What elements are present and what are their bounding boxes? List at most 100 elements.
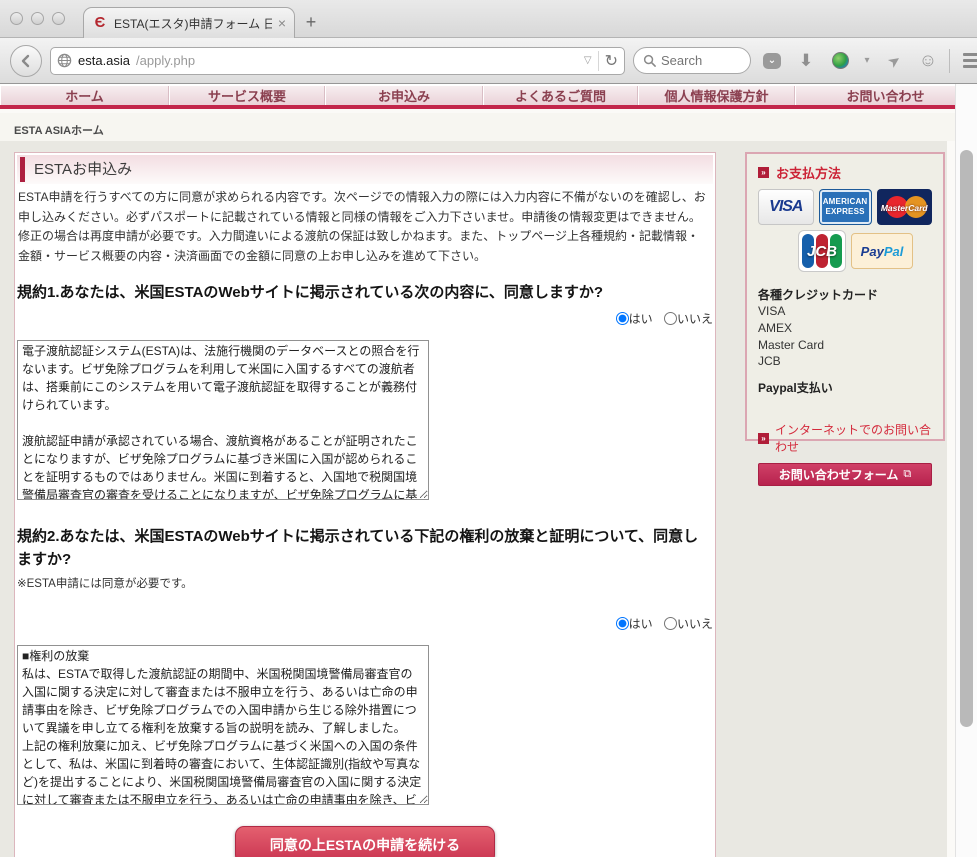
- browser-tab[interactable]: Є ESTA(エスタ)申請フォーム 日... ×: [83, 7, 295, 38]
- url-bar[interactable]: esta.asia/apply.php ▽ ↻: [50, 46, 625, 75]
- search-icon: [643, 54, 656, 67]
- url-path: /apply.php: [136, 53, 196, 68]
- terms1-no-radio[interactable]: [663, 312, 677, 326]
- payment-title-row: » お支払方法: [758, 163, 932, 182]
- site-favicon: Є: [94, 14, 106, 31]
- credit-list-item: AMEX: [758, 320, 793, 335]
- terms2-no-option[interactable]: いいえ: [663, 617, 713, 632]
- site-navigation: ホーム サービス概要 お申込み よくあるご質問 個人情報保護方針 お問い合わせ: [0, 84, 977, 109]
- url-dropdown-icon[interactable]: ▽: [584, 55, 592, 66]
- chevron-down-icon: ▾: [864, 55, 870, 66]
- credit-list-item: VISA: [758, 304, 786, 318]
- credit-list-item: JCB: [758, 354, 781, 369]
- back-button[interactable]: [10, 44, 42, 77]
- amex-logo-line1: AMERICAN: [822, 197, 868, 206]
- visa-logo-text: VISA: [769, 198, 803, 215]
- nav-item-apply[interactable]: お申込み: [325, 86, 483, 105]
- sidebar: » お支払方法 VISA AMERICAN EXPRESS MasterCard…: [745, 152, 945, 487]
- intro-text: ESTA申請を行うすべての方に同意が求められる内容です。次ページでの情報入力の際…: [18, 190, 706, 264]
- terms2-no-radio[interactable]: [663, 617, 677, 631]
- paypal-logo: Pay Pal: [851, 233, 913, 269]
- nav-item-contact[interactable]: お問い合わせ: [795, 86, 975, 105]
- page-title: ESTAお申込み: [34, 161, 133, 178]
- heading-accent-bar: [20, 157, 25, 182]
- tab-close-icon[interactable]: ×: [278, 16, 286, 30]
- window-scrollbar-track[interactable]: [955, 84, 977, 857]
- terms2-note: ※ESTA申請には同意が必要です。: [17, 578, 193, 591]
- search-box[interactable]: [633, 47, 751, 74]
- window-close-button[interactable]: [10, 12, 23, 25]
- payment-methods-title: お支払方法: [776, 166, 842, 181]
- application-form-panel: ESTAお申込み ESTA申請を行うすべての方に同意が求められる内容です。次ペー…: [14, 152, 716, 857]
- window-controls: [10, 12, 65, 25]
- terms2-yes-radio[interactable]: [615, 617, 629, 631]
- new-tab-button[interactable]: +: [300, 12, 322, 33]
- terms1-heading: 規約1.あなたは、米国ESTAのWebサイトに掲示されている次の内容に、同意しま…: [17, 283, 604, 301]
- share-button[interactable]: ➤: [881, 48, 907, 74]
- nav-item-privacy-policy[interactable]: 個人情報保護方針: [638, 86, 795, 105]
- amex-logo: AMERICAN EXPRESS: [818, 189, 872, 225]
- hamburger-icon: [962, 53, 977, 68]
- back-arrow-icon: [21, 54, 30, 67]
- window-zoom-button[interactable]: [52, 12, 65, 25]
- nav-item-home[interactable]: ホーム: [0, 86, 169, 105]
- jcb-logo-text: JCB: [806, 243, 837, 260]
- contact-form-button-label: お問い合わせフォーム: [778, 468, 899, 483]
- paypal-logo-pal: Pal: [883, 243, 904, 259]
- url-host: esta.asia: [78, 53, 131, 68]
- tab-title: ESTA(エスタ)申請フォーム 日...: [114, 16, 272, 31]
- terms1-yes-radio[interactable]: [615, 312, 629, 326]
- feedback-button[interactable]: ☺: [915, 48, 941, 74]
- terms2-radio-group: はい いいえ: [15, 615, 713, 632]
- window-scrollbar-thumb[interactable]: [960, 150, 973, 727]
- contact-form-button[interactable]: お問い合わせフォーム ⧉: [758, 463, 932, 487]
- terms2-yes-option[interactable]: はい: [615, 617, 653, 632]
- search-input[interactable]: [661, 53, 741, 68]
- terms1-yes-option[interactable]: はい: [615, 312, 653, 327]
- card-logos-row1: VISA AMERICAN EXPRESS MasterCard: [758, 189, 932, 225]
- pocket-icon: ⌄: [763, 52, 781, 69]
- credit-list-item: Master Card: [758, 337, 825, 352]
- window-minimize-button[interactable]: [31, 12, 44, 25]
- internet-contact-title: インターネットでのお問い合わせ: [775, 423, 932, 455]
- nav-item-faq[interactable]: よくあるご質問: [483, 86, 638, 105]
- terms2-yes-label: はい: [628, 617, 653, 632]
- paypal-logo-pay: Pay: [860, 243, 884, 259]
- download-icon: ⬇: [798, 50, 814, 70]
- amex-logo-line2: EXPRESS: [825, 207, 865, 216]
- contact-title-row: » インターネットでのお問い合わせ: [758, 421, 932, 455]
- terms1-radio-group: はい いいえ: [15, 310, 713, 327]
- mastercard-logo-text: MasterCard: [880, 203, 928, 213]
- breadcrumb[interactable]: ESTA ASIAホーム: [0, 113, 977, 138]
- addon-button[interactable]: [827, 48, 853, 74]
- section-heading: ESTAお申込み: [17, 155, 713, 184]
- menu-button[interactable]: [958, 48, 977, 74]
- external-form-icon: ⧉: [903, 468, 912, 481]
- terms2-no-label: いいえ: [676, 617, 713, 632]
- visa-logo: VISA: [758, 189, 814, 225]
- terms2-textarea[interactable]: ■権利の放棄 私は、ESTAで取得した渡航認証の期間中、米国税関国境警備局審査官…: [17, 645, 429, 806]
- addon-dropdown[interactable]: ▾: [861, 48, 873, 74]
- breadcrumb-band: ESTA ASIAホーム: [0, 113, 977, 141]
- arrow-bullet-icon: »: [758, 167, 769, 178]
- arrow-bullet-icon: »: [758, 432, 769, 444]
- jcb-logo: JCB: [798, 230, 846, 272]
- terms1-no-option[interactable]: いいえ: [663, 312, 713, 327]
- downloads-button[interactable]: ⬇: [793, 48, 819, 74]
- paypal-payment-label: Paypal支払い: [758, 381, 833, 396]
- web-page: ホーム サービス概要 お申込み よくあるご質問 個人情報保護方針 お問い合わせ …: [0, 84, 977, 857]
- terms1-textarea[interactable]: 電子渡航認証システム(ESTA)は、法施行機関のデータベースとの照合を行ないます…: [17, 340, 429, 501]
- smiley-icon: ☺: [918, 50, 938, 70]
- terms1-yes-label: はい: [628, 312, 653, 327]
- continue-application-button[interactable]: 同意の上ESTAの申請を続ける: [234, 826, 496, 857]
- terms1-no-label: いいえ: [676, 312, 713, 327]
- reload-icon[interactable]: ↻: [597, 50, 618, 71]
- credit-card-heading: 各種クレジットカード: [758, 288, 879, 302]
- pocket-button[interactable]: ⌄: [759, 48, 785, 74]
- browser-toolbar: esta.asia/apply.php ▽ ↻ ⌄ ⬇ ▾ ➤ ☺: [0, 38, 977, 84]
- nav-item-service-overview[interactable]: サービス概要: [169, 86, 325, 105]
- mastercard-logo: MasterCard: [876, 189, 932, 225]
- globe-icon: [57, 53, 72, 68]
- submit-area: 同意の上ESTAの申請を続ける: [15, 826, 715, 857]
- browser-tab-bar: Є ESTA(エスタ)申請フォーム 日... × +: [0, 0, 977, 38]
